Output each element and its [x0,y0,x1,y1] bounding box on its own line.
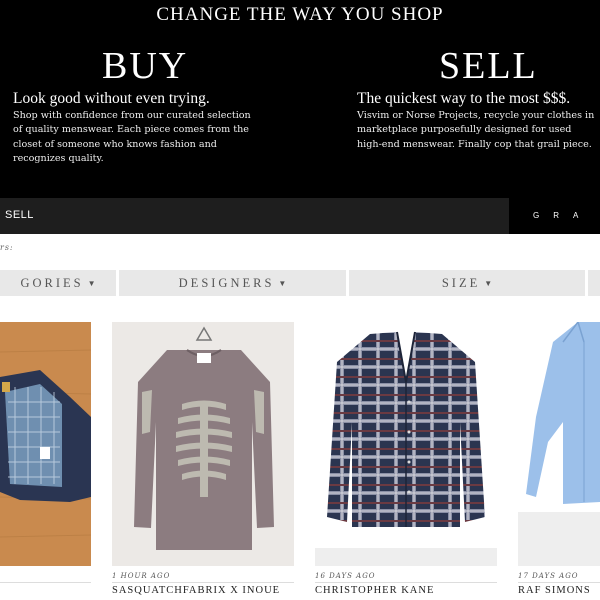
buy-heading: BUY [102,45,189,87]
listing-divider [0,582,91,583]
listing-divider [112,582,294,583]
nav-right-link[interactable]: GRA [509,198,600,234]
listing-image[interactable] [315,322,497,566]
listing-image[interactable] [518,322,600,566]
sell-subheading: The quickest way to the most $$$. [357,90,571,107]
nav-sell-link[interactable]: SELL [5,209,34,221]
listing-divider [518,582,600,583]
hero-title: CHANGE THE WAY YOU SHOP [156,4,444,25]
hero-banner: CHANGE THE WAY YOU SHOP BUY Look good wi… [0,0,600,198]
listing-designer-link[interactable]: CHRISTOPHER KANE [315,585,434,596]
filter-next-dropdown[interactable] [588,270,600,296]
buy-description: Shop with confidence from our curated se… [13,109,251,166]
filter-size-dropdown[interactable]: SIZE ▼ [349,270,585,296]
sell-heading: SELL [439,45,538,87]
sell-description-line: Visvim or Norse Projects, recycle your c… [357,110,595,121]
sell-description-line: high-end menswear. Finally cop that grai… [357,138,592,150]
filter-label: rs: [0,243,14,252]
filter-designers-label: DESIGNERS [178,276,275,290]
buy-subheading: Look good without even trying. [13,90,210,107]
sell-description-line: marketplace purposefully designed for us… [357,124,572,136]
listing-divider [315,582,497,583]
cardigan-photo [315,322,497,566]
filter-bar: GORIES ▼ DESIGNERS ▼ SIZE ▼ [0,270,600,296]
listing-image[interactable] [0,322,91,566]
caret-down-icon: ▼ [87,279,96,288]
filter-designers-dropdown[interactable]: DESIGNERS ▼ [119,270,346,296]
shirt-photo [518,322,600,566]
buy-description-line: closet of someone who knows fashion and [13,138,217,150]
buy-description-line: Shop with confidence from our curated se… [13,110,251,121]
main-navbar: SELL GRA [0,198,600,234]
buy-description-line: of quality menswear. Each piece comes fr… [13,124,249,136]
sell-description: Visvim or Norse Projects, recycle your c… [357,109,594,152]
listing-designer-link[interactable]: RAF SIMONS [518,585,591,596]
listing-timestamp: 17 DAYS AGO [518,572,579,580]
listing-image[interactable] [112,322,294,566]
buy-description-line: recognizes quality. [13,152,104,164]
sweater-photo [112,322,294,566]
listing-designer-link[interactable]: SASQUATCHFABRIX X INOUE [112,585,280,596]
listing-timestamp: 16 DAYS AGO [315,572,376,580]
filter-categories-dropdown[interactable]: GORIES ▼ [0,270,116,296]
caret-down-icon: ▼ [484,279,493,288]
filter-size-label: SIZE [441,276,481,290]
caret-down-icon: ▼ [278,279,287,288]
jacket-photo [0,322,91,566]
filter-categories-label: GORIES [20,276,84,290]
listing-timestamp: 1 HOUR AGO [112,572,171,580]
